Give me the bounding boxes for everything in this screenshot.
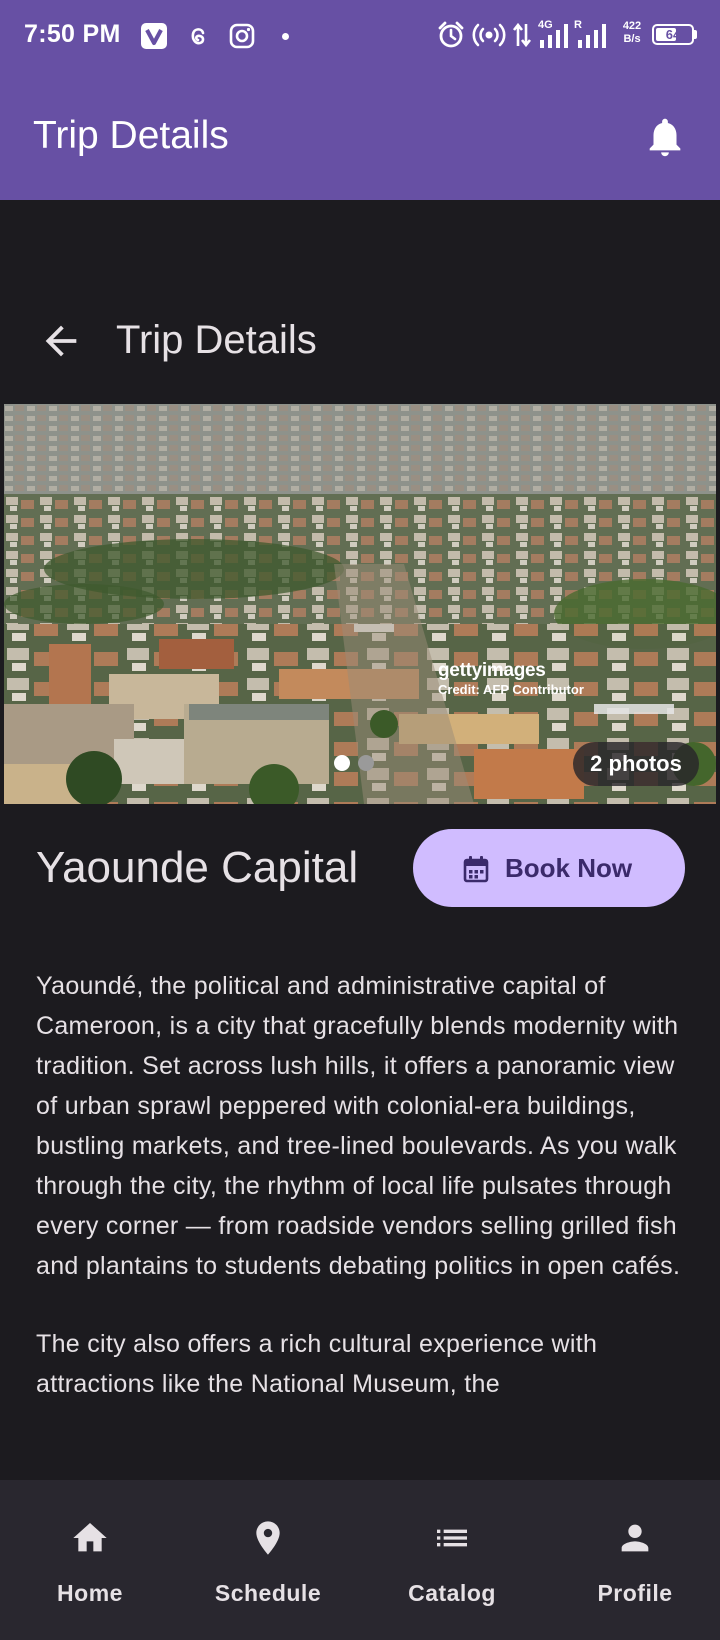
- watermark-credit: Credit: AFP Contributor: [438, 682, 584, 697]
- photo-watermark: gettyimages Credit: AFP Contributor: [438, 660, 584, 697]
- nav-label-catalog: Catalog: [408, 1580, 496, 1606]
- location-pin-icon: [256, 1521, 280, 1555]
- carousel-dot[interactable]: [358, 755, 374, 771]
- threads-icon: [191, 28, 205, 45]
- network-speed: 422 B/s: [618, 20, 646, 46]
- app-bar-title: Trip Details: [33, 114, 229, 157]
- watermark-brand: gettyimages: [438, 660, 546, 681]
- instagram-icon: [229, 23, 255, 49]
- list-icon: [437, 1529, 467, 1547]
- page-title: Trip Details: [116, 318, 317, 362]
- arrow-back-icon[interactable]: [38, 318, 84, 364]
- network-speed-unit: B/s: [623, 33, 641, 45]
- nav-item-profile[interactable]: Profile: [545, 1480, 720, 1640]
- person-icon: [621, 1524, 649, 1552]
- v-app-icon: [141, 23, 167, 49]
- network-speed-value: 422: [622, 20, 642, 32]
- trip-name: Yaounde Capital: [36, 843, 359, 892]
- status-bar: 7:50 PM 4G R 422 B/s 64: [0, 0, 720, 74]
- svg-text:4G: 4G: [538, 19, 553, 31]
- nav-item-schedule[interactable]: Schedule: [178, 1480, 358, 1640]
- trip-details-screen: 7:50 PM 4G R 422 B/s 64 Trip Details Tri…: [0, 0, 720, 1640]
- alarm-icon: [438, 21, 464, 48]
- description-paragraph: Yaoundé, the political and administrativ…: [36, 972, 681, 1280]
- description-paragraph: The city also offers a rich cultural exp…: [36, 1330, 598, 1398]
- status-time: 7:50 PM: [24, 20, 121, 48]
- signal-icon: R: [574, 19, 606, 48]
- battery-icon: 64: [652, 24, 694, 45]
- signal-icon: 4G: [538, 19, 568, 48]
- nav-label-profile: Profile: [597, 1580, 673, 1606]
- svg-text:R: R: [574, 19, 582, 31]
- carousel-dot-active[interactable]: [334, 755, 350, 771]
- trip-description: Yaoundé, the political and administrativ…: [36, 966, 688, 1442]
- battery-level: 64: [665, 27, 681, 42]
- nav-item-home[interactable]: Home: [0, 1480, 180, 1640]
- nav-label-home: Home: [57, 1580, 123, 1606]
- book-now-button[interactable]: Book Now: [413, 829, 685, 907]
- home-icon: [73, 1523, 107, 1552]
- notification-dot: [282, 33, 289, 40]
- photo-count-badge: 2 photos: [573, 742, 699, 786]
- calendar-icon: [463, 856, 489, 883]
- nav-item-catalog[interactable]: Catalog: [362, 1480, 542, 1640]
- bell-icon[interactable]: [642, 114, 688, 160]
- top-app-bar: Trip Details: [0, 74, 720, 200]
- data-arrows-icon: [512, 22, 532, 48]
- book-now-label: Book Now: [505, 853, 633, 883]
- nav-label-schedule: Schedule: [214, 1580, 322, 1606]
- battery-tip: [694, 30, 697, 39]
- bottom-navigation: Home Schedule Catalog Profile: [0, 1480, 720, 1640]
- hotspot-icon: [472, 23, 506, 47]
